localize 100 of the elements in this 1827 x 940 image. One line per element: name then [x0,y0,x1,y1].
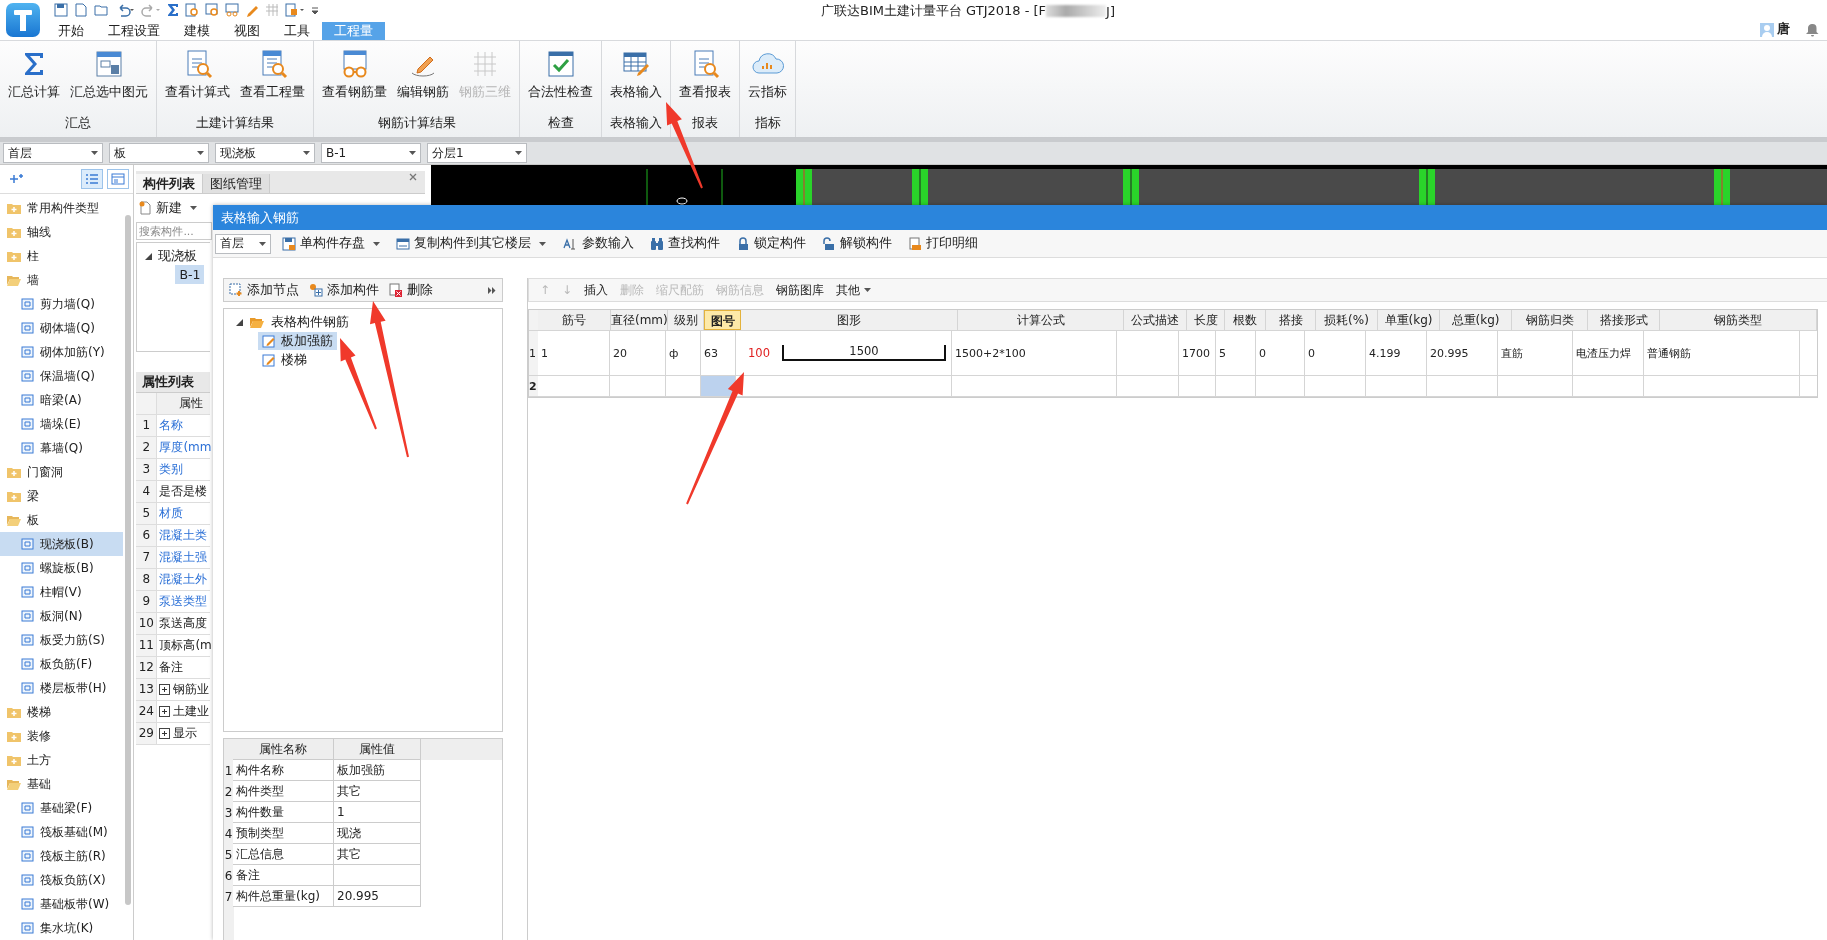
sidebar-item[interactable]: 砌体墙(Q) [0,316,124,340]
expand-triangle-icon[interactable] [236,318,243,326]
table-cell[interactable]: 1500+2*100 [952,331,1117,375]
table-cell[interactable]: 普通钢筋 [1644,331,1800,375]
sidebar-category[interactable]: 轴线 [0,220,134,244]
list-view-button[interactable] [81,169,104,189]
sidebar-category[interactable]: 土方 [0,748,134,772]
ribbon-button[interactable]: 查看工程量 [236,47,309,103]
panel-view-button[interactable] [107,169,130,189]
dropdown[interactable]: 首层 [3,143,103,164]
table-cell[interactable]: 4.199 [1366,331,1427,375]
column-header[interactable]: 筋号 [538,310,611,330]
dropdown[interactable]: 板 [109,143,209,164]
table-cell[interactable]: 0 [1305,331,1366,375]
sidebar-item[interactable]: 板洞(N) [0,604,124,628]
sidebar-category[interactable]: 柱 [0,244,134,268]
document-search-icon[interactable] [205,3,219,17]
new-button[interactable]: 新建 [136,197,211,219]
close-icon[interactable] [409,173,417,181]
add-document-icon[interactable] [285,3,305,17]
menu-tab[interactable]: 工程设置 [96,22,172,40]
sidebar-item[interactable]: 墙垛(E) [0,412,124,436]
tree-item[interactable]: 楼梯 [258,351,311,369]
glasses-document-icon[interactable] [225,3,239,17]
tree-node[interactable]: 表格构件钢筋 [224,313,502,331]
toolbar-button[interactable]: 其他 [831,279,877,301]
table-cell[interactable] [701,376,736,396]
document-icon[interactable] [74,3,88,17]
scrollbar[interactable] [125,215,132,905]
sidebar-item[interactable]: 筏板负筋(X) [0,868,124,892]
ribbon-button[interactable]: 表格输入 [606,47,666,103]
ribbon-button[interactable]: 合法性检查 [524,47,597,103]
sidebar-category[interactable]: 梁 [0,484,134,508]
column-header[interactable]: 根数 [1225,310,1266,330]
sidebar-item[interactable]: 现浇板(B) [0,532,124,556]
column-header[interactable]: 公式描述 [1124,310,1187,330]
menu-tab[interactable]: 工具 [272,22,322,40]
table-cell[interactable]: 1700 [1179,331,1216,375]
ribbon-button[interactable]: 云指标 [744,47,791,103]
column-header[interactable]: 直径(mm) [611,310,668,330]
sparkle-icon[interactable] [10,174,24,184]
sidebar-item[interactable]: 砌体加筋(Y) [0,340,124,364]
column-header[interactable]: 长度 [1187,310,1225,330]
sidebar-category[interactable]: 墙 [0,268,134,292]
tree-item[interactable]: 板加强筋 [258,332,337,350]
toolbar-button[interactable]: 插入 [579,279,614,301]
ribbon-button[interactable]: 汇总计算 [4,47,64,103]
toolbar-button[interactable]: 打印明细 [903,233,983,254]
table-cell[interactable]: 0 [1256,331,1305,375]
sidebar-category[interactable]: 装修 [0,724,134,748]
table-cell[interactable]: 20.995 [1427,331,1498,375]
column-header[interactable]: 图形 [741,310,958,330]
sidebar-item[interactable]: 板受力筋(S) [0,628,124,652]
panel-tab[interactable]: 构件列表 [136,174,204,193]
pencil-icon[interactable] [245,3,259,17]
toolbar-button[interactable]: 添加节点 [224,279,304,301]
column-header[interactable]: 单重(kg) [1378,310,1440,330]
panel-tab[interactable]: 图纸管理 [203,174,271,193]
sum-icon[interactable] [167,3,179,17]
panel-tab[interactable]: 属性列表 [136,372,211,392]
sidebar-item[interactable]: 筏板主筋(R) [0,844,124,868]
ribbon-button[interactable]: 查看计算式 [161,47,234,103]
column-header[interactable]: 损耗(%) [1316,310,1378,330]
ribbon-button[interactable]: 编辑钢筋 [393,47,453,103]
sidebar-category[interactable]: 常用构件类型 [0,196,134,220]
toolbar-button[interactable]: 查找构件 [645,233,725,254]
dropdown[interactable]: B-1 [321,143,421,164]
dropdown[interactable]: 现浇板 [215,143,315,164]
ribbon-button[interactable]: 汇总选中图元 [66,47,152,103]
sidebar-category[interactable]: 门窗洞 [0,460,134,484]
toolbar-button[interactable]: 解锁构件 [817,233,897,254]
menu-tab[interactable]: 建模 [172,22,222,40]
folder-icon[interactable] [94,3,109,17]
ribbon-button[interactable]: 查看钢筋量 [318,47,391,103]
sidebar-category[interactable]: 楼梯 [0,700,134,724]
menu-tab[interactable]: 视图 [222,22,272,40]
document-search-icon[interactable] [185,3,199,17]
double-chevron-icon[interactable] [488,286,496,294]
toolbar-button[interactable]: 复制构件到其它楼层 [391,233,551,254]
bell-icon[interactable] [1806,23,1819,37]
sidebar-item[interactable]: 板负筋(F) [0,652,124,676]
toolbar-button[interactable]: 单构件存盘 [277,233,385,254]
table-cell[interactable]: ф [666,331,701,375]
table-cell[interactable]: 电渣压力焊 [1573,331,1644,375]
table-cell[interactable]: 1 [538,331,610,375]
expand-plus-icon[interactable] [159,706,171,717]
sidebar-item[interactable]: 楼层板带(H) [0,676,124,700]
toolbar-button[interactable]: 添加构件 [304,279,384,301]
menu-tab[interactable]: 开始 [46,22,96,40]
table-cell[interactable]: 20 [610,331,666,375]
redo-icon[interactable] [141,3,161,17]
expand-triangle-icon[interactable] [145,252,153,260]
dropdown[interactable]: 分层1 [427,143,527,164]
sidebar-item[interactable]: 柱帽(V) [0,580,124,604]
ribbon-button[interactable]: 查看报表 [675,47,735,103]
column-header[interactable]: 钢筋归类 [1512,310,1588,330]
sidebar-item[interactable]: 保温墙(Q) [0,364,124,388]
floor-dropdown[interactable]: 首层 [215,233,271,254]
search-field[interactable]: 搜索构件... [136,222,213,240]
sidebar-item[interactable]: 幕墙(Q) [0,436,124,460]
